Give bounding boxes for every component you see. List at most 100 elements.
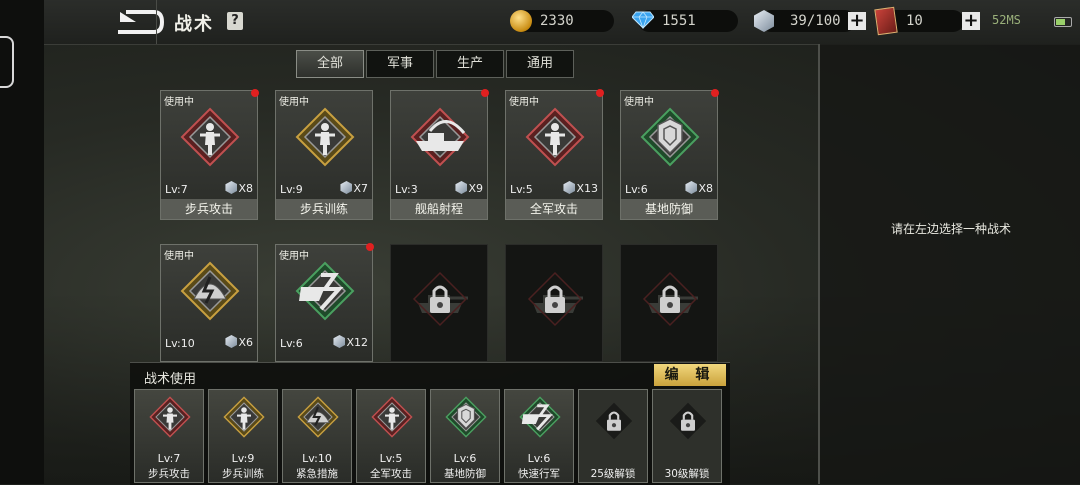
tactic-card-locked[interactable] xyxy=(390,244,488,362)
diamond-amount: 1551 xyxy=(662,13,696,29)
crystal-cost: X8 xyxy=(225,181,253,195)
edit-button[interactable]: 编 辑 xyxy=(654,364,726,386)
tactic-level: Lv:7 xyxy=(165,183,188,196)
tab-all[interactable]: 全部 xyxy=(296,50,364,78)
tactic-level: Lv:9 xyxy=(280,183,303,196)
slot-name: 全军攻击 xyxy=(370,468,412,480)
infantry-attack-icon xyxy=(149,396,191,438)
army-attack-icon xyxy=(526,108,584,166)
emergency-measure-icon xyxy=(297,396,339,438)
category-tabs: 全部 军事 生产 通用 xyxy=(296,50,576,78)
card-display: 10 xyxy=(874,6,964,36)
page-title: 战术 xyxy=(174,14,214,35)
loadout-slot[interactable]: Lv:5 全军攻击 xyxy=(356,389,426,483)
title-divider xyxy=(156,0,157,44)
helicopter-lock-icon xyxy=(642,271,700,327)
tactic-card-infantry-training[interactable]: 使用中 Lv:9 X7 步兵训练 xyxy=(275,90,373,220)
battery-icon xyxy=(1054,17,1072,27)
crystal-icon xyxy=(685,181,698,194)
back-icon[interactable] xyxy=(80,8,166,36)
ship-range-icon xyxy=(411,108,469,166)
tactic-card-ship-range[interactable]: Lv:3 X9 舰船射程 xyxy=(390,89,489,220)
tactic-card-base-defense[interactable]: 使用中 Lv:6 X8 基地防御 xyxy=(620,89,719,220)
in-use-label: 使用中 xyxy=(164,97,194,108)
alert-dot xyxy=(596,89,604,97)
slot-name: 30级解锁 xyxy=(664,468,710,480)
loadout-slot[interactable]: Lv:6 快速行军 xyxy=(504,389,574,483)
crystal-icon xyxy=(225,335,238,348)
slot-name: 快速行军 xyxy=(518,468,560,480)
in-use-label: 使用中 xyxy=(164,251,194,262)
emergency-measure-icon xyxy=(181,262,239,320)
loadout-slot[interactable]: Lv:7 步兵攻击 xyxy=(134,389,204,483)
tactic-level: Lv:10 xyxy=(165,337,195,350)
add-crystal-button[interactable]: + xyxy=(848,12,866,30)
infantry-attack-icon xyxy=(181,108,239,166)
left-edge xyxy=(0,0,44,484)
loadout-slot-locked[interactable]: 30级解锁 xyxy=(652,389,722,483)
loadout-slot-locked[interactable]: 25级解锁 xyxy=(578,389,648,483)
fast-march-icon xyxy=(519,396,561,438)
crystal-icon xyxy=(563,181,576,194)
slot-name: 步兵攻击 xyxy=(148,468,190,480)
loadout-slot[interactable]: Lv:10 紧急措施 xyxy=(282,389,352,483)
tank-lock-icon xyxy=(527,271,585,327)
slot-level: Lv:6 xyxy=(453,452,477,465)
tactic-card-locked[interactable] xyxy=(620,244,718,362)
tactic-level: Lv:5 xyxy=(510,183,533,196)
card-amount: 10 xyxy=(906,13,923,29)
infantry-training-icon xyxy=(296,108,354,166)
tactic-card-army-attack[interactable]: 使用中 Lv:5 X13 全军攻击 xyxy=(505,89,604,220)
tactic-level: Lv:6 xyxy=(280,337,303,350)
alert-dot xyxy=(711,89,719,97)
slot-name: 25级解锁 xyxy=(590,468,636,480)
crystal-cost: X13 xyxy=(563,181,598,195)
tactic-level: Lv:3 xyxy=(395,183,418,196)
gold-coin-icon xyxy=(510,10,532,32)
army-attack-icon xyxy=(371,396,413,438)
slot-level: Lv:10 xyxy=(302,452,332,465)
crystal-cost: X8 xyxy=(685,181,713,195)
loadout-slot[interactable]: Lv:9 步兵训练 xyxy=(208,389,278,483)
tactic-card-locked[interactable] xyxy=(505,244,603,362)
crystal-cost: X12 xyxy=(333,335,368,349)
crystal-icon xyxy=(754,10,774,32)
crystal-icon xyxy=(455,181,468,194)
tactic-card-infantry-attack[interactable]: 使用中 Lv:7 X8 步兵攻击 xyxy=(160,89,259,220)
diamond-icon xyxy=(632,11,654,29)
lock-icon xyxy=(595,402,633,440)
diamond-display: 1551 xyxy=(632,10,738,32)
crystal-cost: X9 xyxy=(455,181,483,195)
slot-level: Lv:6 xyxy=(527,452,551,465)
tank-lock-icon xyxy=(412,271,470,327)
slot-name: 基地防御 xyxy=(444,468,486,480)
alert-dot xyxy=(481,89,489,97)
side-handle-icon[interactable] xyxy=(0,36,14,88)
base-defense-icon xyxy=(445,396,487,438)
gold-display: 2330 xyxy=(510,10,614,32)
detail-hint: 请在左边选择一种战术 xyxy=(890,222,1011,236)
tactic-loadout-bar: 战术使用 编 辑 Lv:7 步兵攻击 Lv:9 步兵训练 Lv:10 紧急措施 … xyxy=(130,362,730,485)
tab-production[interactable]: 生产 xyxy=(436,50,504,78)
add-card-button[interactable]: + xyxy=(962,12,980,30)
tab-military[interactable]: 军事 xyxy=(366,50,434,78)
slot-level: Lv:5 xyxy=(379,452,403,465)
loadout-slot[interactable]: Lv:6 基地防御 xyxy=(430,389,500,483)
help-button[interactable]: ? xyxy=(227,12,243,30)
alert-dot xyxy=(366,243,374,251)
loadout-title: 战术使用 xyxy=(144,372,197,387)
alert-dot xyxy=(251,89,259,97)
tactic-name: 基地防御 xyxy=(621,199,717,219)
tactic-name: 步兵训练 xyxy=(276,199,372,219)
slot-name: 步兵训练 xyxy=(222,468,264,480)
lock-icon xyxy=(669,402,707,440)
tactic-card-emergency-measure[interactable]: 使用中 Lv:10 X6 xyxy=(160,244,258,362)
top-bar: 战术 ? 2330 1551 39/100 + 10 + 52MS xyxy=(44,0,1080,45)
tactic-card-fast-march[interactable]: 使用中 Lv:6 X12 xyxy=(275,243,374,362)
tab-general[interactable]: 通用 xyxy=(506,50,574,78)
slot-name: 紧急措施 xyxy=(296,468,338,480)
in-use-label: 使用中 xyxy=(279,97,309,108)
base-defense-icon xyxy=(641,108,699,166)
detail-panel: 请在左边选择一种战术 xyxy=(818,44,1080,484)
tactic-level: Lv:6 xyxy=(625,183,648,196)
